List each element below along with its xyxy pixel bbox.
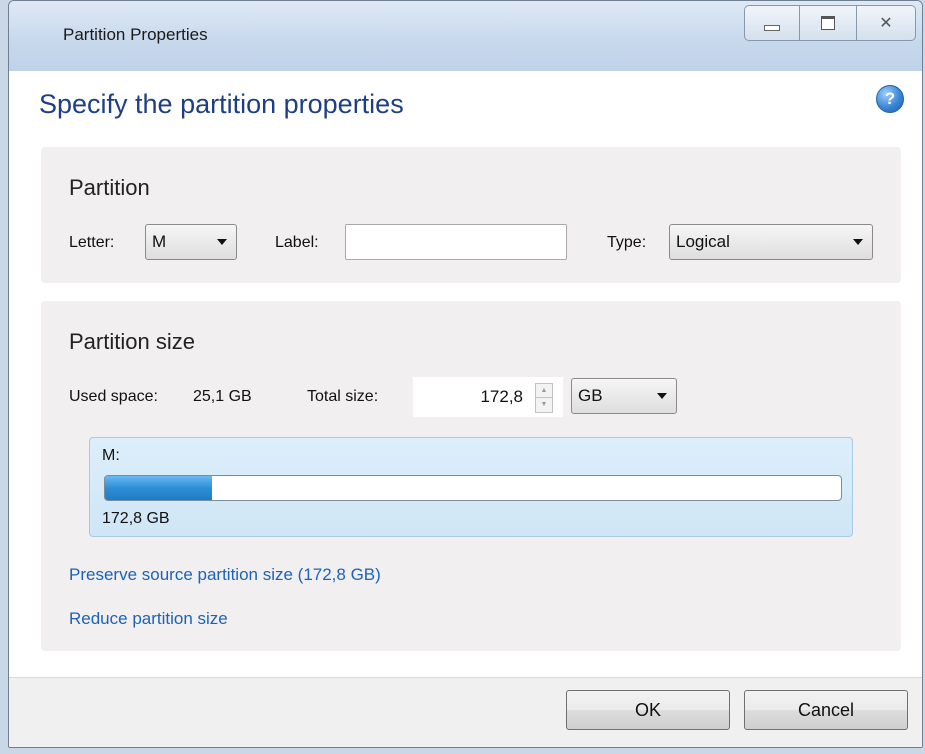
partition-size-title: Partition size xyxy=(69,329,195,354)
used-space-fill xyxy=(105,476,212,500)
disk-letter-label: M: xyxy=(102,447,120,464)
partition-usage-bar[interactable] xyxy=(104,475,842,501)
unit-value: GB xyxy=(578,386,603,405)
spin-up-icon[interactable]: ▲ xyxy=(536,384,552,397)
close-icon: ✕ xyxy=(879,15,893,32)
reduce-size-link[interactable]: Reduce partition size xyxy=(69,609,228,629)
partition-section-title: Partition xyxy=(69,175,150,200)
preserve-size-link[interactable]: Preserve source partition size (172,8 GB… xyxy=(69,565,381,585)
total-size-spinner[interactable]: ▲ ▼ xyxy=(535,383,553,413)
partition-size-section: Partition size Used space: 25,1 GB Total… xyxy=(41,301,901,651)
maximize-icon xyxy=(821,16,835,30)
cancel-button[interactable]: Cancel xyxy=(744,690,908,730)
window-title: Partition Properties xyxy=(63,25,208,44)
chevron-down-icon xyxy=(217,239,227,245)
label-input[interactable] xyxy=(345,224,567,260)
type-dropdown[interactable]: Logical xyxy=(669,224,873,260)
disk-total-label: 172,8 GB xyxy=(102,510,170,527)
button-bar: OK Cancel xyxy=(9,677,922,747)
partition-graph[interactable]: M: 172,8 GB xyxy=(89,437,853,537)
page-title: Specify the partition properties xyxy=(39,89,404,119)
type-label: Type: xyxy=(607,234,647,251)
letter-label: Letter: xyxy=(69,234,115,251)
maximize-button[interactable] xyxy=(800,5,857,41)
minimize-icon xyxy=(764,25,780,31)
partition-properties-dialog: Partition Properties ✕ Specify the parti… xyxy=(8,0,923,748)
chevron-down-icon xyxy=(853,239,863,245)
total-size-label: Total size: xyxy=(307,388,379,405)
type-value: Logical xyxy=(676,232,730,251)
label-label: Label: xyxy=(275,234,319,251)
partition-section: Partition Letter: M Label: Type: Logical xyxy=(41,147,901,283)
caption-buttons: ✕ xyxy=(744,5,916,41)
letter-dropdown[interactable]: M xyxy=(145,224,237,260)
total-size-value: 172,8 xyxy=(480,387,523,406)
chevron-down-icon xyxy=(657,393,667,399)
spin-down-icon[interactable]: ▼ xyxy=(536,397,552,411)
used-space-value: 25,1 GB xyxy=(193,388,252,405)
help-icon[interactable]: ? xyxy=(876,85,904,113)
ok-button[interactable]: OK xyxy=(566,690,730,730)
title-bar[interactable]: Partition Properties ✕ xyxy=(9,1,922,71)
unit-dropdown[interactable]: GB xyxy=(571,378,677,414)
letter-value: M xyxy=(152,232,167,251)
dialog-body: Specify the partition properties ? Parti… xyxy=(9,71,922,677)
minimize-button[interactable] xyxy=(744,5,800,41)
close-button[interactable]: ✕ xyxy=(857,5,916,41)
used-space-label: Used space: xyxy=(69,388,158,405)
